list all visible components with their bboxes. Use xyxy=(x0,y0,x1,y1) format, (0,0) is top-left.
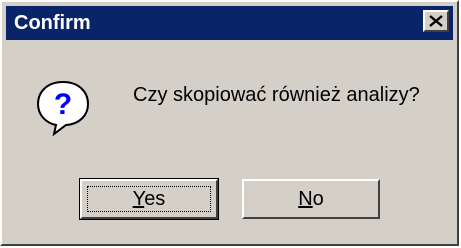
no-button-label: No xyxy=(298,187,324,210)
title-bar[interactable]: Confirm xyxy=(6,6,453,40)
focus-ring xyxy=(87,186,211,212)
confirm-message: Czy skopiować również analizy? xyxy=(133,84,420,106)
yes-button[interactable]: Yes xyxy=(79,178,219,220)
close-icon xyxy=(429,15,443,27)
svg-text:?: ? xyxy=(54,88,72,121)
no-button[interactable]: No xyxy=(242,179,380,219)
question-icon: ? xyxy=(36,80,90,136)
window-title: Confirm xyxy=(14,12,91,34)
confirm-dialog: Confirm ? Czy skopiować również analizy?… xyxy=(0,0,459,246)
close-button[interactable] xyxy=(423,10,449,32)
